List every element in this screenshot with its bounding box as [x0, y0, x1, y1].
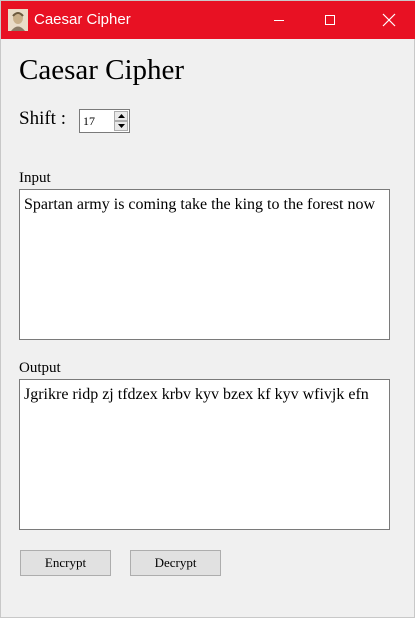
spin-down-button[interactable] — [114, 121, 128, 131]
spin-up-button[interactable] — [114, 111, 128, 121]
shift-label: Shift : — [19, 108, 66, 129]
caesar-bust-icon — [8, 9, 28, 31]
input-label: Input — [19, 170, 51, 186]
encrypt-button[interactable]: Encrypt — [20, 550, 111, 576]
shift-spinner[interactable]: 17 — [79, 109, 130, 133]
output-textarea[interactable]: Jgrikre ridp zj tfdzex krbv kyv bzex kf … — [19, 379, 390, 530]
title-bar[interactable]: Caesar Cipher — [1, 1, 415, 39]
page-title: Caesar Cipher — [19, 54, 185, 86]
close-button[interactable] — [366, 1, 412, 39]
close-icon — [382, 13, 396, 27]
minimize-icon — [274, 20, 284, 21]
maximize-icon — [325, 15, 335, 25]
shift-value[interactable]: 17 — [83, 114, 95, 128]
arrow-up-icon — [117, 114, 125, 118]
minimize-button[interactable] — [256, 1, 302, 39]
decrypt-button[interactable]: Decrypt — [130, 550, 221, 576]
arrow-down-icon — [117, 124, 125, 128]
maximize-button[interactable] — [307, 1, 353, 39]
input-textarea[interactable]: Spartan army is coming take the king to … — [19, 189, 390, 340]
caesar-cipher-window: Caesar Cipher Caesar Cipher Shift : 17 I… — [0, 0, 415, 618]
output-label: Output — [19, 360, 61, 376]
window-title: Caesar Cipher — [34, 11, 131, 28]
